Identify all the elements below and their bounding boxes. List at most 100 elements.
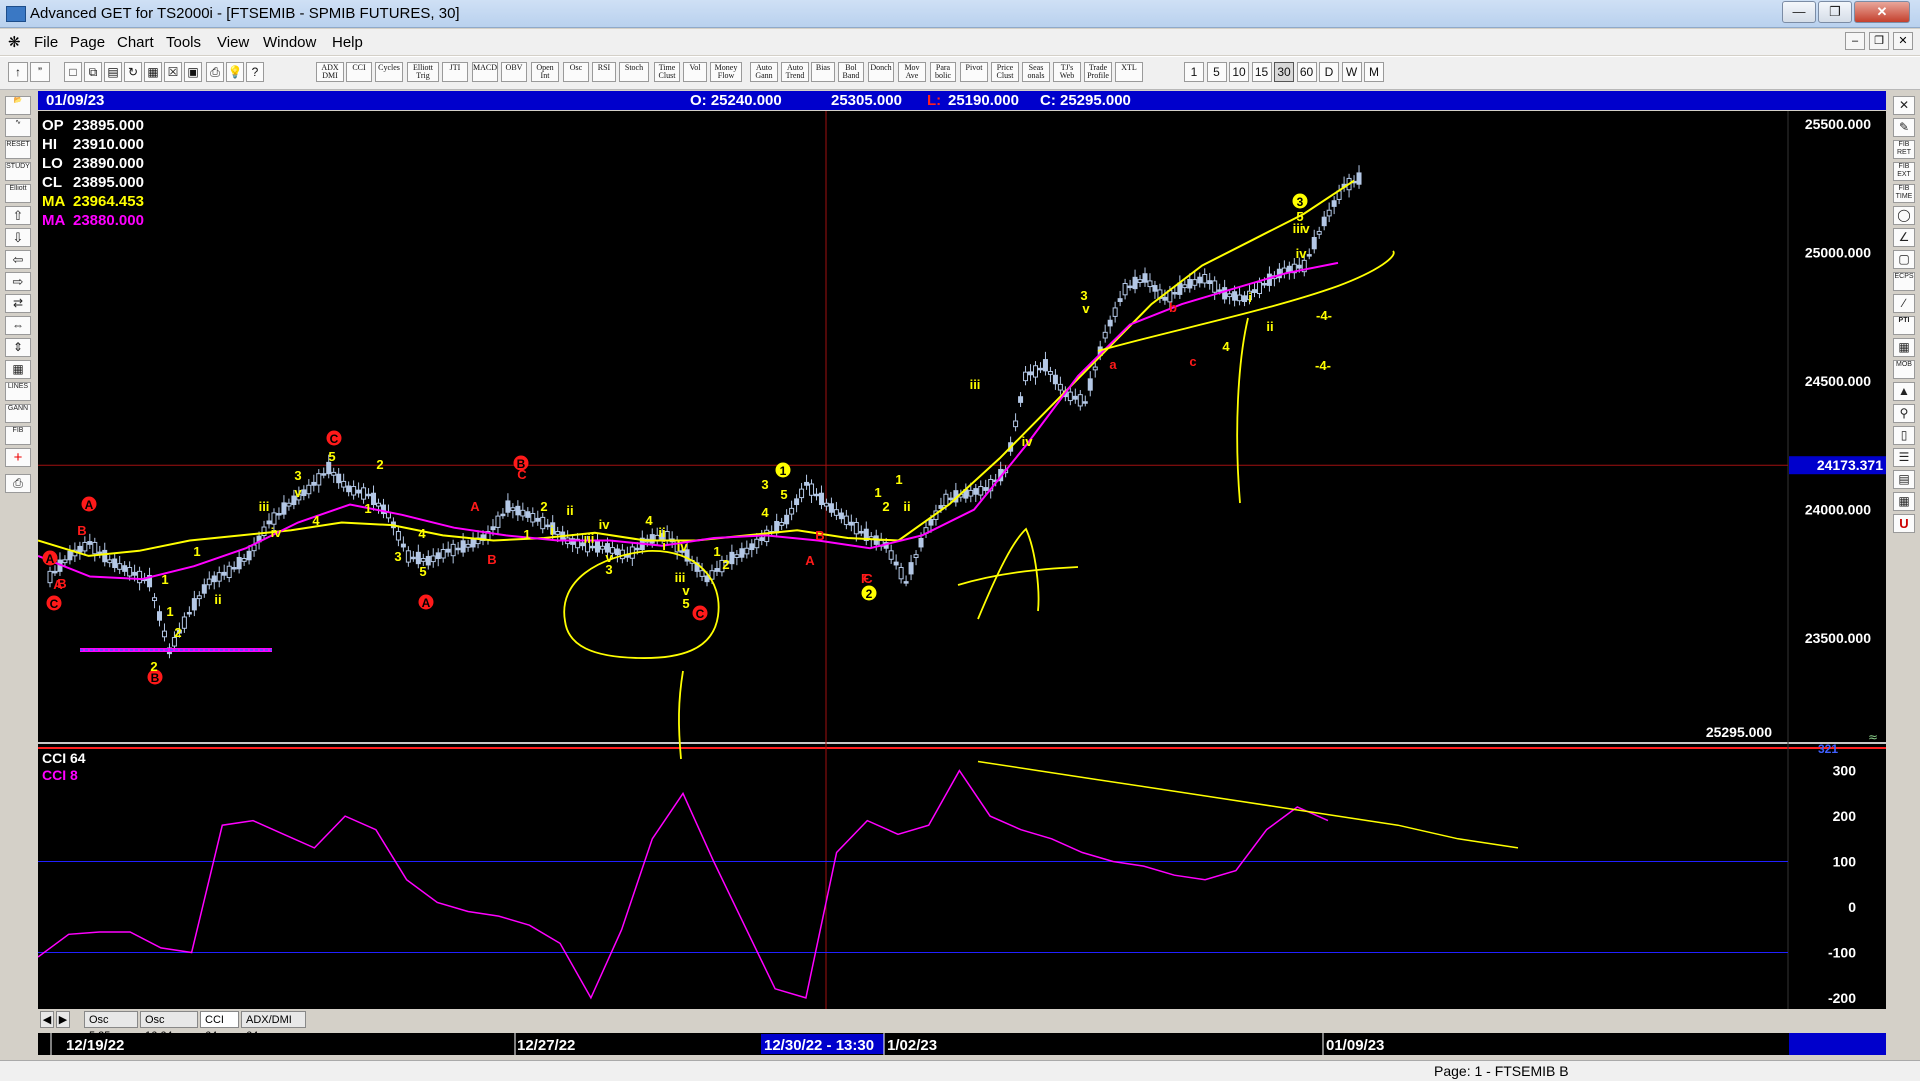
menu-help[interactable]: Help [332,34,363,51]
interval-button-m[interactable]: M [1364,62,1384,82]
toolbar-study-tj-s-web[interactable]: TJ's Web [1053,62,1081,82]
reset-button[interactable]: RESET [5,140,31,159]
toolbar-study-auto-gann[interactable]: Auto Gann [750,62,778,82]
interval-button-d[interactable]: D [1319,62,1339,82]
toolbar-study-seas-onals[interactable]: Seas onals [1022,62,1050,82]
toolbar-study-pivot[interactable]: Pivot [960,62,988,82]
magnet-icon[interactable]: U [1893,514,1915,533]
copy-icon[interactable]: ⧉ [84,62,102,82]
eraser-icon[interactable]: ▯ [1893,426,1915,445]
toolbar-study-cci[interactable]: CCI [346,62,372,82]
interval-button-30[interactable]: 30 [1274,62,1294,82]
document-icon[interactable]: ❋ [8,33,21,51]
pen-icon[interactable]: ✎ [1893,118,1915,137]
close-x-icon[interactable]: ✕ [1893,96,1915,115]
toolbar-study-macd[interactable]: MACD [472,62,498,82]
study-button[interactable]: STUDY [5,162,31,181]
help-icon[interactable]: ? [246,62,264,82]
interval-button-1[interactable]: 1 [1184,62,1204,82]
toolbar-study-rsi[interactable]: RSI [592,62,616,82]
toolbar-study-adx-dmi[interactable]: ADX DMI [316,62,344,82]
pointer-icon[interactable]: ↑ [8,62,28,82]
close-button[interactable]: ✕ [1854,1,1910,23]
new-page-icon[interactable]: □ [64,62,82,82]
channel-icon[interactable]: ∕ [1893,294,1915,313]
table-icon[interactable]: ▦ [5,360,31,379]
interval-button-15[interactable]: 15 [1251,62,1272,82]
table2-icon[interactable]: ▤ [1893,470,1915,489]
refresh-icon[interactable]: ↻ [124,62,142,82]
tip-icon[interactable]: 💡 [226,62,244,82]
menu-window[interactable]: Window [263,34,316,51]
chart-area[interactable]: 23500.000 24000.000 24500.000 25000.000 2550… [37,111,1886,1009]
mdi-restore-button[interactable]: ❐ [1869,32,1889,50]
toolbar-study-vol[interactable]: Vol [683,62,707,82]
mob-button[interactable]: MOB [1893,360,1915,379]
toolbar-study-bias[interactable]: Bias [811,62,835,82]
elliott-button[interactable]: Elliott [5,184,31,203]
printer-icon[interactable]: ⎙ [5,474,31,493]
toolbar-study-price-clust[interactable]: Price Clust [991,62,1019,82]
toolbar-study-open-int[interactable]: Open Int [531,62,559,82]
menu-chart[interactable]: Chart [117,34,154,51]
wave-icon[interactable]: ∿ [5,118,31,137]
toolbar-study-elliott-trig[interactable]: Elliott Trig [407,62,439,82]
arrow-right-icon[interactable]: ⇨ [5,272,31,291]
open-icon[interactable]: ▤ [104,62,122,82]
expand-icon[interactable]: ⇔ [5,316,31,335]
print-icon[interactable]: ⎙ [206,62,224,82]
toolbar-study-money-flow[interactable]: Money Flow [710,62,742,82]
maximize-button[interactable]: ❐ [1818,1,1852,23]
mdi-minimize-button[interactable]: – [1845,32,1865,50]
toolbar-study-mov-ave[interactable]: Mov Ave [898,62,926,82]
vertical-compress-icon[interactable]: ⇕ [5,338,31,357]
toolbar-study-jti[interactable]: JTI [442,62,468,82]
grid-tool-icon[interactable]: ▦ [1893,338,1915,357]
fib-time-button[interactable]: FIB TIME [1893,184,1915,203]
menu-view[interactable]: View [217,34,249,51]
tab-adx-dmi-64[interactable]: ADX/DMI 64 [241,1011,306,1042]
minimize-button[interactable]: — [1782,1,1816,23]
triangle-icon[interactable]: ▲ [1893,382,1915,401]
toolbar-study-donch[interactable]: Donch [868,62,894,82]
toolbar-study-bol-band[interactable]: Bol Band [838,62,864,82]
open-folder-icon[interactable]: 📂 [5,96,31,115]
tab-scroll-left-icon[interactable]: ◀ [40,1011,54,1028]
toolbar-study-osc[interactable]: Osc [563,62,589,82]
magnifier-icon[interactable]: ⚲ [1893,404,1915,423]
arrow-up-icon[interactable]: ⇧ [5,206,31,225]
fib-ext-button[interactable]: FIB EXT [1893,162,1915,181]
layout-icon[interactable]: ▣ [184,62,202,82]
toolbar-study-obv[interactable]: OBV [501,62,527,82]
arrow-down-icon[interactable]: ⇩ [5,228,31,247]
menu-file[interactable]: File [34,34,58,51]
toolbar-study-time-clust[interactable]: Time Clust [654,62,680,82]
lines-button[interactable]: LINES [5,382,31,401]
toolbar-study-cycles[interactable]: Cycles [375,62,403,82]
circle-icon[interactable]: ◯ [1893,206,1915,225]
menu-tools[interactable]: Tools [166,34,201,51]
menu-page[interactable]: Page [70,34,105,51]
gann-button[interactable]: GANN [5,404,31,423]
fib-button[interactable]: FIB [5,426,31,445]
toolbar-study-stoch[interactable]: Stoch [619,62,649,82]
list-icon[interactable]: ☰ [1893,448,1915,467]
box-icon[interactable]: ▢ [1893,250,1915,269]
tab-osc-5-35[interactable]: Osc 5,35 [84,1011,138,1042]
fib-ret-button[interactable]: FIB RET [1893,140,1915,159]
fan-icon[interactable]: ∠ [1893,228,1915,247]
tab-scroll-right-icon[interactable]: ▶ [56,1011,70,1028]
crosshair-icon[interactable]: + [5,448,31,467]
ecps-button[interactable]: ECPS [1893,272,1915,291]
tab-osc-16-64[interactable]: Osc 16,64 [140,1011,198,1042]
grid-icon[interactable]: ▦ [144,62,162,82]
mdi-close-button[interactable]: ✕ [1893,32,1913,50]
toolbar-study-trade-profile[interactable]: Trade Profile [1084,62,1112,82]
price-chart[interactable]: 23500.00024000.00024500.00025000.0002550… [37,111,1886,1009]
compress-icon[interactable]: ⇄ [5,294,31,313]
toolbar-study-auto-trend[interactable]: Auto Trend [781,62,809,82]
arrow-left-icon[interactable]: ⇦ [5,250,31,269]
interval-button-w[interactable]: W [1341,62,1362,82]
document2-icon[interactable]: ▦ [1893,492,1915,511]
toolbar-study-xtl[interactable]: XTL [1115,62,1143,82]
